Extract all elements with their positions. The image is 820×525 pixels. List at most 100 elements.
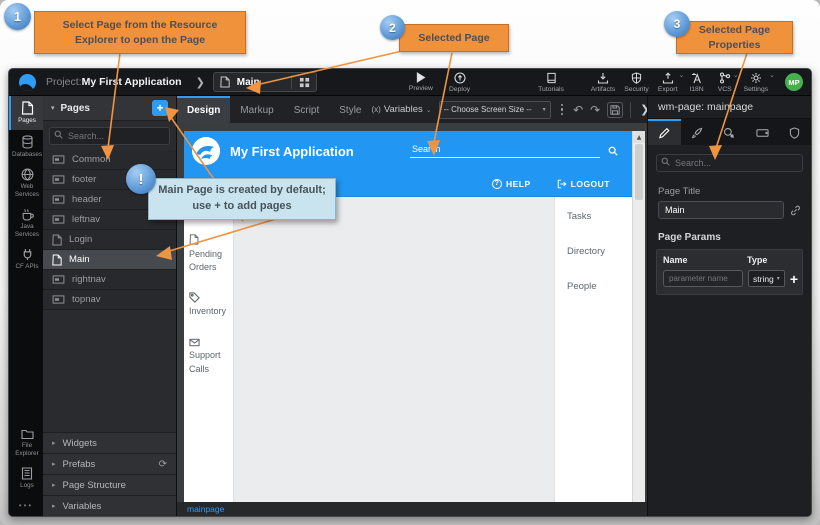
pages-panel-header[interactable]: ▾ Pages + bbox=[43, 96, 176, 121]
tab-design[interactable]: Design bbox=[177, 96, 230, 123]
tab-properties[interactable] bbox=[648, 119, 681, 145]
rail-item-logs[interactable]: Logs bbox=[9, 462, 43, 495]
pencil-icon bbox=[658, 127, 670, 139]
design-canvas: Design Markup Script Style (x) Variables… bbox=[177, 96, 647, 516]
param-type-select[interactable]: string ▾ bbox=[748, 270, 785, 287]
search-icon bbox=[661, 157, 670, 166]
help-link[interactable]: ? HELP bbox=[492, 179, 531, 189]
footer-page-tab[interactable]: mainpage bbox=[187, 504, 224, 514]
rail-more-button[interactable]: ••• bbox=[9, 495, 43, 516]
callout-step2: Selected Page bbox=[399, 24, 509, 52]
accordion-page-structure[interactable]: ▸ Page Structure bbox=[43, 474, 176, 495]
deploy-button[interactable]: Deploy bbox=[449, 72, 470, 93]
envelope-icon bbox=[189, 338, 200, 347]
accordion-widgets[interactable]: ▸ Widgets bbox=[43, 432, 176, 453]
tab-advanced-search[interactable] bbox=[713, 119, 746, 145]
redo-button[interactable]: ↷ bbox=[590, 104, 600, 116]
vcs-button[interactable]: VCS bbox=[718, 72, 732, 93]
grid-icon[interactable] bbox=[299, 77, 310, 88]
app-logo-icon bbox=[192, 137, 220, 165]
export-chevron-icon[interactable]: ⌄ bbox=[678, 71, 684, 79]
logout-link[interactable]: LOGOUT bbox=[557, 179, 610, 189]
add-page-button[interactable]: + bbox=[152, 100, 168, 116]
settings-chevron-icon[interactable]: ⌄ bbox=[769, 71, 775, 79]
nav-item-inventory[interactable]: Inventory bbox=[189, 292, 228, 319]
tab-device[interactable] bbox=[746, 119, 779, 145]
preview-button[interactable]: Preview bbox=[409, 72, 433, 92]
pages-search-input[interactable] bbox=[49, 127, 170, 145]
list-item-people[interactable]: People bbox=[567, 281, 620, 292]
nav-item-pending-orders[interactable]: Pending Orders bbox=[189, 234, 228, 275]
preview-body: Pending Orders Inventory Support Calls bbox=[184, 197, 632, 502]
preview-search-input[interactable]: Search bbox=[410, 144, 600, 158]
page-item-common[interactable]: Common bbox=[43, 150, 176, 170]
vcs-chevron-icon[interactable]: ⌄ bbox=[733, 71, 739, 79]
collapse-triangle-icon: ▾ bbox=[51, 104, 55, 112]
screen-size-select[interactable]: -- Choose Screen Size -- ▾ bbox=[439, 101, 551, 119]
preview-scrollbar[interactable]: ▲ bbox=[632, 131, 645, 502]
project-name: My First Application bbox=[82, 76, 182, 88]
step2-badge: 2 bbox=[380, 15, 405, 40]
add-param-button[interactable]: + bbox=[790, 272, 798, 286]
list-item-directory[interactable]: Directory bbox=[567, 246, 620, 257]
variables-button[interactable]: (x) Variables ⌄ bbox=[372, 104, 432, 115]
user-avatar[interactable]: MP bbox=[785, 73, 803, 91]
document-icon bbox=[189, 234, 199, 245]
properties-search-input[interactable] bbox=[656, 154, 803, 172]
preview-left-nav: Pending Orders Inventory Support Calls bbox=[184, 197, 234, 502]
scroll-up-icon[interactable]: ▲ bbox=[633, 131, 645, 143]
page-item-rightnav[interactable]: rightnav bbox=[43, 270, 176, 290]
tab-security[interactable] bbox=[778, 119, 811, 145]
open-page-tab[interactable]: Main bbox=[213, 72, 317, 92]
rail-item-web-services[interactable]: Web Services bbox=[9, 163, 43, 203]
settings-button[interactable]: Settings bbox=[744, 72, 769, 93]
fx-icon: (x) bbox=[372, 105, 381, 114]
rail-item-databases[interactable]: Databases bbox=[9, 130, 43, 164]
partial-icon bbox=[52, 155, 65, 164]
canvas-toolbar: Design Markup Script Style (x) Variables… bbox=[177, 96, 647, 123]
preview-app-title: My First Application bbox=[230, 144, 354, 159]
page-item-login[interactable]: Login bbox=[43, 230, 176, 250]
scrollbar-thumb[interactable] bbox=[635, 144, 643, 200]
more-options-button[interactable] bbox=[558, 104, 567, 116]
page-item-main[interactable]: Main bbox=[43, 250, 176, 270]
preview-app-header[interactable]: My First Application Search bbox=[184, 131, 632, 171]
step3-badge: 3 bbox=[664, 11, 690, 37]
undo-button[interactable]: ↶ bbox=[573, 104, 583, 116]
partial-icon bbox=[52, 195, 65, 204]
tab-style[interactable]: Style bbox=[329, 96, 371, 123]
tutorials-button[interactable]: Tutorials bbox=[538, 72, 564, 93]
security-button[interactable]: Security bbox=[624, 72, 649, 93]
rail-item-java-services[interactable]: Java Services bbox=[9, 203, 43, 243]
save-button[interactable] bbox=[607, 102, 623, 118]
export-button[interactable]: Export bbox=[658, 72, 678, 93]
tab-markup[interactable]: Markup bbox=[230, 96, 283, 123]
preview-content-area[interactable] bbox=[234, 197, 554, 502]
rail-item-file-explorer[interactable]: File Explorer bbox=[9, 423, 43, 462]
accordion-prefabs[interactable]: ▸ Prefabs ⟳ bbox=[43, 453, 176, 474]
preview-search[interactable]: Search bbox=[410, 144, 618, 158]
page-icon bbox=[52, 234, 62, 246]
param-name-input[interactable] bbox=[663, 270, 743, 287]
rail-item-cf-apis[interactable]: CF APIs bbox=[9, 243, 43, 276]
api-plug-icon bbox=[21, 248, 34, 261]
tab-styles[interactable] bbox=[681, 119, 714, 145]
link-icon[interactable] bbox=[790, 205, 801, 216]
gear-icon bbox=[750, 72, 762, 84]
page-item-topnav[interactable]: topnav bbox=[43, 290, 176, 310]
artifacts-button[interactable]: Artifacts bbox=[591, 72, 616, 93]
list-item-tasks[interactable]: Tasks bbox=[567, 211, 620, 222]
nav-item-support-calls[interactable]: Support Calls bbox=[189, 336, 228, 377]
type-column-header: Type bbox=[747, 255, 767, 265]
accordion-variables[interactable]: ▸ Variables bbox=[43, 495, 176, 516]
pages-icon bbox=[21, 101, 34, 115]
page-title-input[interactable] bbox=[658, 201, 784, 219]
partial-icon bbox=[52, 175, 65, 184]
refresh-icon[interactable]: ⟳ bbox=[159, 459, 167, 470]
rail-item-pages[interactable]: Pages bbox=[9, 96, 43, 130]
tab-script[interactable]: Script bbox=[284, 96, 330, 123]
i18n-button[interactable]: I18N bbox=[689, 72, 703, 93]
project-label: Project: bbox=[46, 76, 82, 88]
partial-icon bbox=[52, 275, 65, 284]
pages-panel-filler bbox=[43, 310, 176, 432]
